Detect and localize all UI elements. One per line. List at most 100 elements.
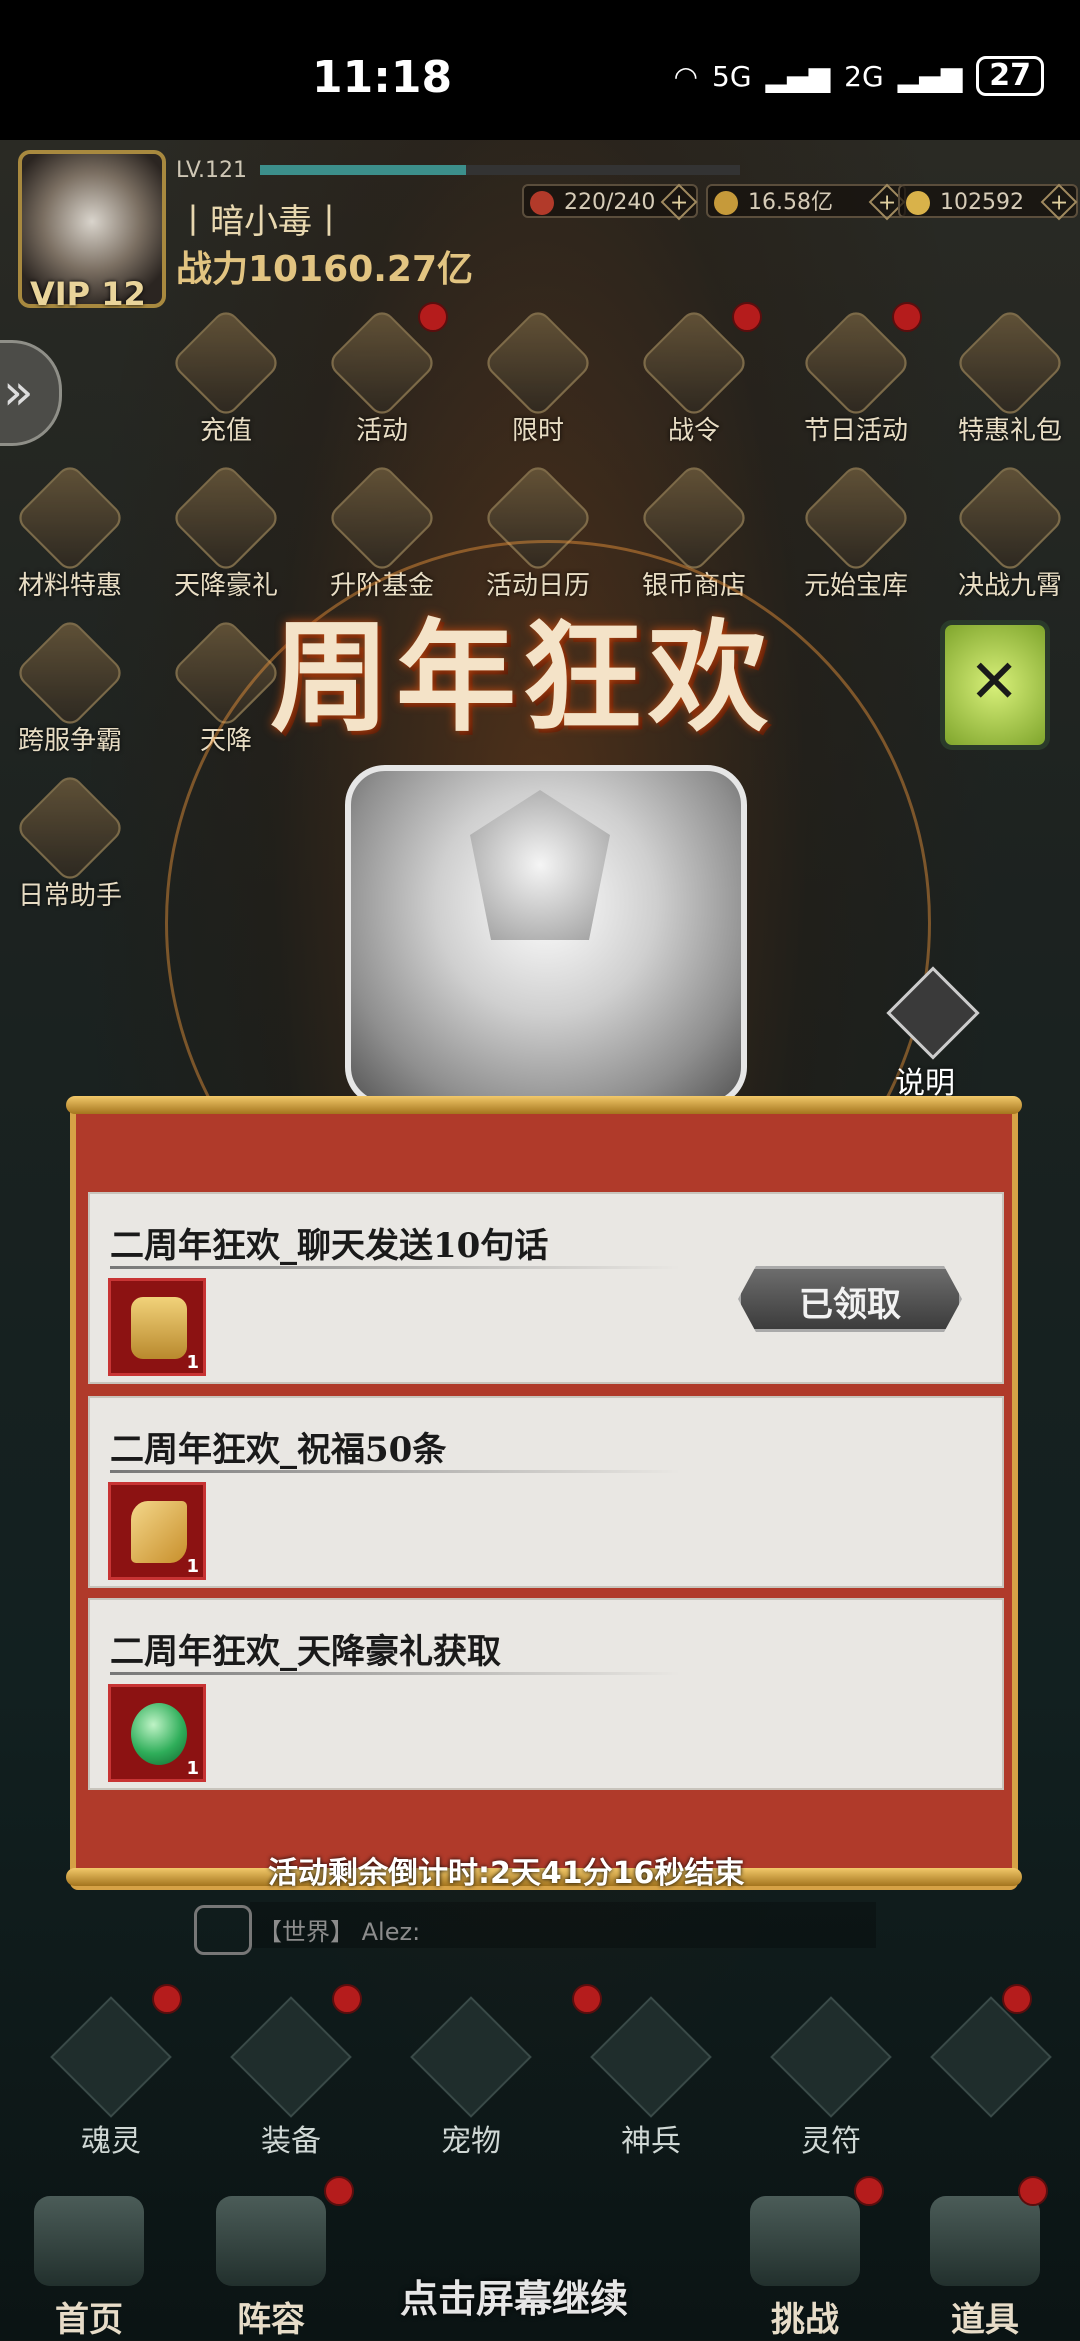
panel-top-rail	[66, 1096, 1022, 1114]
nav-challenge[interactable]: 挑战	[730, 2196, 880, 2340]
nav-label: 灵符	[801, 2124, 861, 2159]
crossed-swords-icon	[953, 461, 1067, 575]
signal-icon: ▂▄▆	[765, 59, 831, 93]
person-icon	[50, 1996, 172, 2118]
nav-label: 道具	[951, 2300, 1019, 2340]
icon-label: 限时	[511, 416, 564, 446]
nav-soul[interactable]: 魂灵	[36, 1996, 186, 2159]
reward-count: 1	[186, 1556, 199, 1577]
icon-limited[interactable]: 限时	[468, 306, 608, 460]
vip-badge: VIP 12	[30, 275, 146, 313]
notification-dot	[572, 1984, 602, 2014]
icon-special-pack[interactable]: 特惠礼包	[940, 306, 1080, 460]
fund-icon	[325, 461, 439, 575]
event-countdown: 活动剩余倒计时:2天41分16秒结束	[268, 1856, 745, 1891]
help-button[interactable]	[880, 960, 980, 1060]
silver-value: 16.58亿	[748, 190, 833, 215]
status-icons: ◠ 5G ▂▄▆ 2G ▂▄▆ 27	[674, 56, 1044, 96]
icon-label: 日常助手	[17, 881, 122, 911]
nav-label: 装备	[261, 2124, 321, 2159]
plus-icon	[930, 1996, 1052, 2118]
scroll-map-icon	[750, 2196, 860, 2286]
reward-item[interactable]: 1	[108, 1684, 206, 1782]
chat-preview: 【世界】 Alez:	[258, 1912, 420, 1947]
green-orb-icon	[131, 1703, 187, 1765]
nav-pet[interactable]: 宠物	[396, 1996, 546, 2159]
scroll-icon	[886, 966, 980, 1060]
divider	[110, 1672, 680, 1675]
reward-count: 1	[186, 1352, 199, 1373]
nav-weapon[interactable]: 神兵	[576, 1996, 726, 2159]
tap-to-continue[interactable]: 点击屏幕继续	[400, 2268, 628, 2323]
stamina-resource[interactable]: 220/240	[522, 183, 698, 221]
status-time: 11:18	[312, 52, 453, 103]
nav-items[interactable]: 道具	[910, 2196, 1060, 2340]
material-icon	[13, 461, 127, 575]
icon-recharge[interactable]: 充值	[156, 306, 296, 460]
chat-bubble-icon[interactable]	[194, 1905, 252, 1955]
silver-resource[interactable]: 16.58亿	[706, 183, 906, 221]
icon-daily-helper[interactable]: 日常助手	[0, 771, 140, 925]
icon-activity[interactable]: 活动	[312, 306, 452, 460]
icon-label: 特惠礼包	[957, 416, 1062, 446]
add-stamina-icon[interactable]	[660, 183, 698, 221]
player-level: LV.121	[176, 158, 248, 183]
icon-material-sale[interactable]: 材料特惠	[0, 461, 140, 615]
signal-2g: 2G	[844, 59, 884, 93]
nav-label: 阵容	[237, 2300, 305, 2340]
bag-icon	[930, 2196, 1040, 2286]
battery-indicator: 27	[976, 56, 1044, 96]
notification-dot	[854, 2176, 884, 2206]
double-chevron-icon: »	[3, 363, 34, 421]
icon-primal-vault[interactable]: 元始宝库	[786, 461, 926, 615]
nav-add[interactable]	[916, 1996, 1066, 2150]
icon-ninth-heaven[interactable]: 决战九霄	[940, 461, 1080, 615]
notification-dot	[1018, 2176, 1048, 2206]
signal-5g: 5G	[712, 59, 752, 93]
coin-icon	[714, 191, 738, 215]
claimed-button[interactable]: 已领取	[738, 1266, 962, 1332]
player-name: 丨暗小毒丨	[176, 202, 346, 242]
notification-dot	[418, 302, 448, 332]
lantern-close-button[interactable]: ✕	[940, 620, 1050, 750]
helmet-icon	[230, 1996, 352, 2118]
gold-resource[interactable]: 102592	[898, 183, 1078, 221]
nav-equipment[interactable]: 装备	[216, 1996, 366, 2159]
icon-label: 材料特惠	[17, 571, 122, 601]
notification-dot	[1002, 1984, 1032, 2014]
icon-label: 元始宝库	[803, 571, 908, 601]
icon-label: 决战九霄	[957, 571, 1062, 601]
sky-gift-icon	[169, 461, 283, 575]
talisman-icon	[770, 1996, 892, 2118]
add-gold-icon[interactable]	[1040, 183, 1078, 221]
nav-talisman[interactable]: 灵符	[756, 1996, 906, 2159]
task-row: 二周年狂欢_祝福50条 1	[88, 1396, 1004, 1588]
nav-home[interactable]: 首页	[14, 2196, 164, 2340]
snake-icon	[410, 1996, 532, 2118]
task-title: 二周年狂欢_聊天发送10句话	[110, 1226, 549, 1266]
level-progress-fill	[260, 165, 466, 175]
wifi-icon: ◠	[673, 59, 698, 93]
battle-power: 战力10160.27亿	[176, 249, 474, 290]
gold-value: 102592	[940, 190, 1024, 215]
icon-label: 战令	[667, 416, 720, 446]
book-icon	[216, 2196, 326, 2286]
notification-dot	[732, 302, 762, 332]
reward-item[interactable]: 1	[108, 1278, 206, 1376]
limited-icon	[481, 306, 595, 420]
reward-item[interactable]: 1	[108, 1482, 206, 1580]
notification-dot	[892, 302, 922, 332]
recharge-icon	[169, 306, 283, 420]
icon-battlepass[interactable]: 战令	[624, 306, 764, 460]
vault-icon	[799, 461, 913, 575]
icon-label: 活动	[355, 416, 408, 446]
gold-token-icon	[131, 1297, 187, 1359]
signal-icon-2: ▂▄▆	[897, 59, 963, 93]
icon-cross-server[interactable]: 跨服争霸	[0, 616, 140, 770]
notification-dot	[152, 1984, 182, 2014]
nav-label: 宠物	[441, 2124, 501, 2159]
divider	[110, 1266, 680, 1269]
golden-key-icon	[131, 1501, 187, 1563]
nav-lineup[interactable]: 阵容	[196, 2196, 346, 2340]
icon-festival[interactable]: 节日活动	[786, 306, 926, 460]
